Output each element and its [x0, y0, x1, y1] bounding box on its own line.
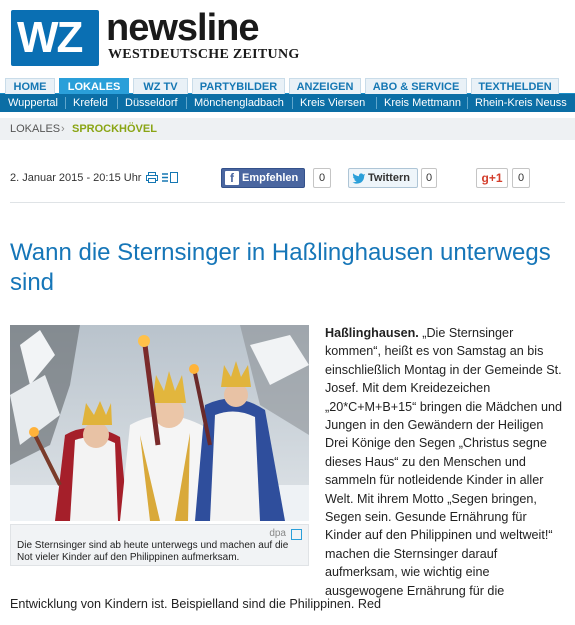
tab-texthelden[interactable]: TEXTHELDEN [471, 78, 559, 94]
google-plus-button[interactable]: g+1 [476, 168, 508, 188]
sub-nav: Wuppertal Krefeld Düsseldorf Mönchenglad… [0, 94, 575, 112]
subnav-item-krefeld[interactable]: Krefeld [73, 94, 108, 112]
subnav-item-moenchengladbach[interactable]: Mönchengladbach [194, 94, 284, 112]
article-headline: Wann die Sternsinger in Haßlinghausen un… [10, 239, 551, 296]
divider [10, 202, 565, 203]
expand-icon[interactable] [291, 529, 302, 540]
site-header: WZ newsline WESTDEUTSCHE ZEITUNG [0, 0, 575, 78]
tab-anzeigen[interactable]: ANZEIGEN [289, 78, 361, 94]
print-icon[interactable] [146, 172, 158, 183]
subnav-divider [292, 97, 293, 109]
article-text: „Die Sternsinger kommen“, heißt es von S… [325, 326, 562, 598]
article-body: Haßlinghausen. „Die Sternsinger kommen“,… [325, 324, 563, 600]
twitter-bird-icon [352, 173, 365, 184]
breadcrumb-separator: › [61, 123, 65, 135]
brand-subtitle: WESTDEUTSCHE ZEITUNG [108, 47, 300, 62]
subnav-divider [117, 97, 118, 109]
breadcrumb-sprockhoevel[interactable]: SPROCKHÖVEL [72, 118, 157, 140]
subnav-divider [376, 97, 377, 109]
photo-caption: Die Sternsinger sind ab heute unterwegs … [17, 540, 289, 563]
facebook-icon: f [225, 171, 239, 185]
photo-caption-box: dpa Die Sternsinger sind ab heute unterw… [10, 524, 309, 566]
subnav-item-kreis-viersen[interactable]: Kreis Viersen [300, 94, 365, 112]
subnav-item-rhein-kreis-neuss[interactable]: Rhein-Kreis Neuss [475, 94, 567, 112]
brand-name[interactable]: newsline [106, 8, 259, 48]
article-dateline: Haßlinghausen. [325, 326, 419, 340]
sternsinger-photo [10, 325, 309, 521]
subnav-divider [467, 97, 468, 109]
article-body-continued: Entwicklung von Kindern ist. Beispiellan… [10, 597, 382, 611]
tab-home[interactable]: HOME [5, 78, 55, 94]
subnav-divider [186, 97, 187, 109]
twitter-button[interactable]: Twittern [348, 168, 418, 188]
breadcrumb: LOKALES › SPROCKHÖVEL [0, 118, 575, 140]
list-icon[interactable] [162, 172, 178, 183]
tab-lokales[interactable]: LOKALES [59, 78, 129, 94]
facebook-count: 0 [313, 168, 331, 188]
main-nav: HOME LOKALES WZ TV PARTYBILDER ANZEIGEN … [0, 78, 575, 94]
tab-partybilder[interactable]: PARTYBILDER [192, 78, 285, 94]
photo-credit: dpa [269, 528, 286, 539]
breadcrumb-lokales[interactable]: LOKALES [10, 118, 60, 140]
twitter-label: Twittern [368, 172, 410, 184]
google-plus-count: 0 [512, 168, 530, 188]
tab-wz-tv[interactable]: WZ TV [133, 78, 188, 94]
subnav-divider [65, 97, 66, 109]
facebook-label: Empfehlen [242, 172, 299, 184]
wz-logo[interactable]: WZ [11, 10, 99, 66]
tab-abo-service[interactable]: ABO & SERVICE [365, 78, 467, 94]
subnav-item-duesseldorf[interactable]: Düsseldorf [125, 94, 178, 112]
facebook-recommend-button[interactable]: f Empfehlen [221, 168, 305, 188]
subnav-item-wuppertal[interactable]: Wuppertal [8, 94, 58, 112]
logo-text: WZ [17, 13, 83, 62]
article-photo[interactable] [10, 325, 309, 521]
subnav-item-kreis-mettmann[interactable]: Kreis Mettmann [384, 94, 461, 112]
twitter-count: 0 [421, 168, 437, 188]
article-date: 2. Januar 2015 - 20:15 Uhr [10, 172, 142, 184]
article-meta-bar: 2. Januar 2015 - 20:15 Uhr f Empfehlen 0… [0, 162, 575, 192]
